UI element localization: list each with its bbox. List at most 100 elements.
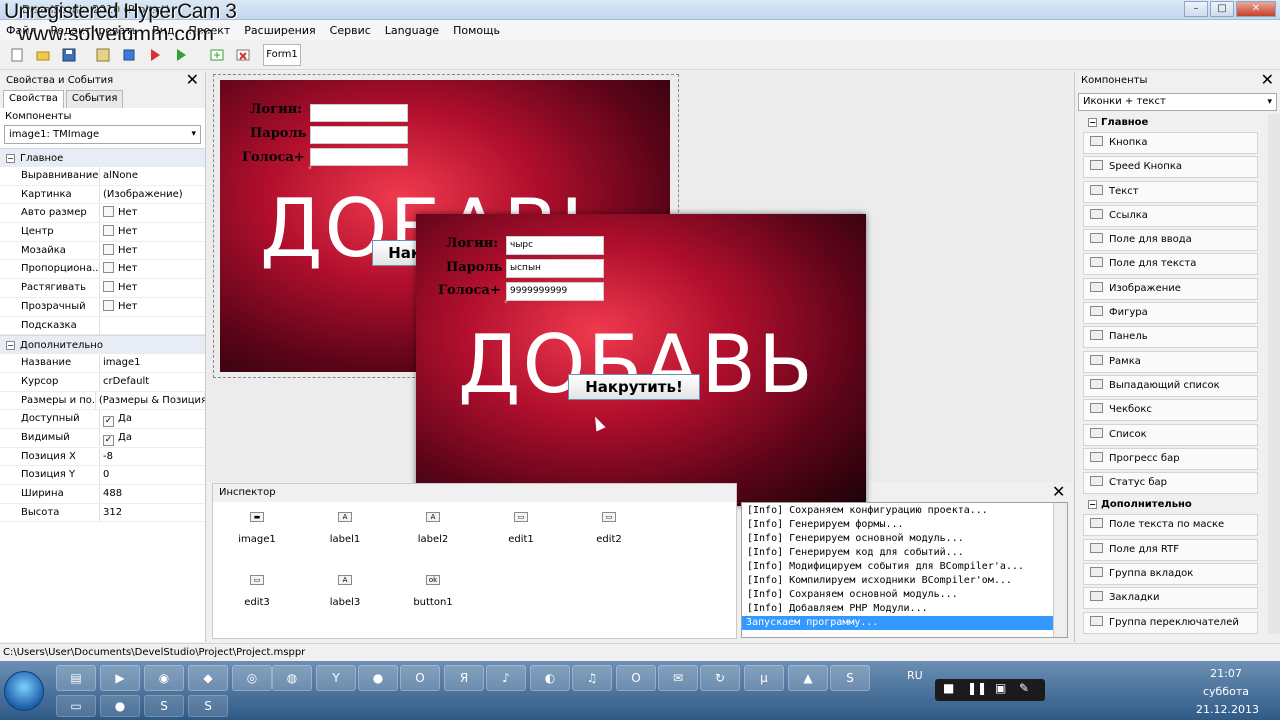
media-player-icon[interactable]: ▶: [100, 665, 140, 691]
utorrent-icon[interactable]: µ: [744, 665, 784, 691]
mail-icon[interactable]: ✉: [658, 665, 698, 691]
inspector-item[interactable]: Alabel3: [315, 575, 375, 608]
recording-controls[interactable]: ■ ❚❚ ▣ ✎: [935, 679, 1045, 701]
inspector-item[interactable]: Alabel1: [315, 512, 375, 545]
skype-icon[interactable]: S: [830, 665, 870, 691]
record-pause-icon[interactable]: ❚❚: [967, 681, 987, 695]
component-item[interactable]: Рамка: [1083, 350, 1258, 373]
inspector-item[interactable]: ▬ image1: [227, 512, 287, 545]
component-item[interactable]: Прогресс бар: [1083, 447, 1258, 470]
start-button[interactable]: [4, 671, 44, 711]
collapse-icon[interactable]: −: [1088, 118, 1097, 127]
run-button[interactable]: Накрутить!: [568, 374, 700, 400]
inspector-item[interactable]: ▭ edit1: [491, 512, 551, 545]
run-debug-icon[interactable]: [148, 48, 162, 62]
checkbox[interactable]: ✓: [103, 434, 114, 446]
run-icon[interactable]: [174, 48, 188, 62]
odnoklassniki-icon[interactable]: ◎: [232, 665, 272, 691]
record-stop-icon[interactable]: ■: [943, 681, 954, 695]
component-select[interactable]: image1: TMImage: [4, 125, 201, 144]
component-item[interactable]: Изображение: [1083, 277, 1258, 300]
component-item[interactable]: Поле для RTF: [1083, 538, 1258, 561]
sound-icon[interactable]: ♪: [486, 665, 526, 691]
record-camera-icon[interactable]: ▣: [995, 681, 1006, 695]
design-edit-login[interactable]: [310, 104, 408, 122]
property-row[interactable]: Прозрачный Нет: [0, 297, 205, 317]
build-log[interactable]: [Info] Сохраняем конфигурацию проекта...…: [741, 502, 1068, 638]
checkbox[interactable]: [103, 281, 114, 293]
new-file-icon[interactable]: [10, 48, 24, 62]
component-item[interactable]: Группа переключателей: [1083, 611, 1258, 634]
log-scrollbar[interactable]: [1053, 503, 1067, 637]
clock[interactable]: 21:07 суббота 21.12.2013: [1196, 665, 1259, 719]
log-line-selected[interactable]: Запускаем программу...: [742, 616, 1054, 630]
opera-icon[interactable]: O: [400, 665, 440, 691]
property-row[interactable]: Центр Нет: [0, 223, 205, 242]
menu-service[interactable]: Сервис: [330, 24, 371, 37]
property-row[interactable]: Позиция X -8: [0, 447, 205, 467]
checkbox[interactable]: [103, 262, 114, 274]
property-value[interactable]: 488: [100, 485, 122, 503]
property-row[interactable]: Подсказка: [0, 316, 205, 336]
close-icon[interactable]: ✕: [1261, 71, 1274, 89]
browser-icon[interactable]: ◐: [530, 665, 570, 691]
torrent-icon[interactable]: ↻: [700, 665, 740, 691]
yandex-browser-icon[interactable]: Я: [444, 665, 484, 691]
chrome-icon[interactable]: ◉: [144, 665, 184, 691]
inspector-item[interactable]: Alabel2: [403, 512, 463, 545]
property-value[interactable]: ✓ Да: [100, 410, 132, 428]
open-folder-icon[interactable]: [36, 48, 50, 62]
run-edit-login[interactable]: чырс: [506, 236, 604, 255]
collapse-icon[interactable]: −: [6, 154, 15, 163]
collapse-icon[interactable]: −: [6, 341, 15, 351]
build-icon[interactable]: [96, 48, 110, 62]
property-row[interactable]: Видимый ✓ Да: [0, 428, 205, 448]
property-row[interactable]: Пропорциона... Нет: [0, 260, 205, 280]
property-row[interactable]: Ширина 488: [0, 485, 205, 504]
component-item[interactable]: Статус бар: [1083, 472, 1258, 495]
green-app-icon[interactable]: ▲: [788, 665, 828, 691]
property-row[interactable]: Выравнивание alNone: [0, 167, 205, 186]
component-item[interactable]: Speed Кнопка: [1083, 156, 1258, 179]
inspector-item[interactable]: ok button1: [403, 575, 463, 608]
component-item[interactable]: Ссылка: [1083, 204, 1258, 227]
record-settings-icon[interactable]: ✎: [1019, 681, 1029, 695]
property-row[interactable]: Размеры и по... (Размеры & Позиция): [0, 391, 205, 411]
prop-group-extra[interactable]: − Дополнительно: [0, 335, 205, 355]
property-row[interactable]: Растягивать Нет: [0, 279, 205, 298]
property-row[interactable]: Название image1: [0, 354, 205, 373]
component-item[interactable]: Закладки: [1083, 587, 1258, 610]
property-value[interactable]: -8: [100, 448, 113, 466]
opera-active-icon[interactable]: O: [616, 665, 656, 691]
firefox-icon[interactable]: ●: [358, 665, 398, 691]
component-item[interactable]: Поле для ввода: [1083, 229, 1258, 252]
category-extra[interactable]: − Дополнительно: [1081, 496, 1266, 514]
menu-help[interactable]: Помощь: [453, 24, 500, 37]
property-value[interactable]: Нет: [100, 223, 138, 241]
property-row[interactable]: Доступный ✓ Да: [0, 410, 205, 429]
component-item[interactable]: Чекбокс: [1083, 399, 1258, 422]
inspector-item[interactable]: ▭ edit2: [579, 512, 639, 545]
property-value[interactable]: Нет: [100, 298, 138, 316]
component-item[interactable]: Фигура: [1083, 302, 1258, 325]
component-item[interactable]: Поле текста по маске: [1083, 514, 1258, 537]
property-row[interactable]: Высота 312: [0, 503, 205, 523]
tab-form1[interactable]: Form1: [263, 44, 301, 66]
develstudio-run-icon[interactable]: S: [188, 695, 228, 717]
checkbox[interactable]: ✓: [103, 416, 114, 428]
property-value[interactable]: Нет: [100, 260, 138, 278]
property-value[interactable]: 0: [100, 466, 109, 484]
design-edit-password[interactable]: [310, 126, 408, 144]
property-value[interactable]: Нет: [100, 204, 138, 222]
property-row[interactable]: Курсор crDefault: [0, 372, 205, 392]
delete-form-icon[interactable]: [236, 48, 250, 62]
property-value[interactable]: image1: [100, 354, 141, 372]
close-icon[interactable]: ✕: [186, 71, 199, 89]
property-row[interactable]: Авто размер Нет: [0, 204, 205, 224]
property-value[interactable]: ✓ Да: [100, 429, 132, 447]
component-item[interactable]: Текст: [1083, 180, 1258, 203]
yandex-icon[interactable]: Y: [316, 665, 356, 691]
property-value[interactable]: (Размеры & Позиция): [96, 392, 205, 410]
property-row[interactable]: Позиция Y0: [0, 466, 205, 485]
winamp-icon[interactable]: ♫: [572, 665, 612, 691]
